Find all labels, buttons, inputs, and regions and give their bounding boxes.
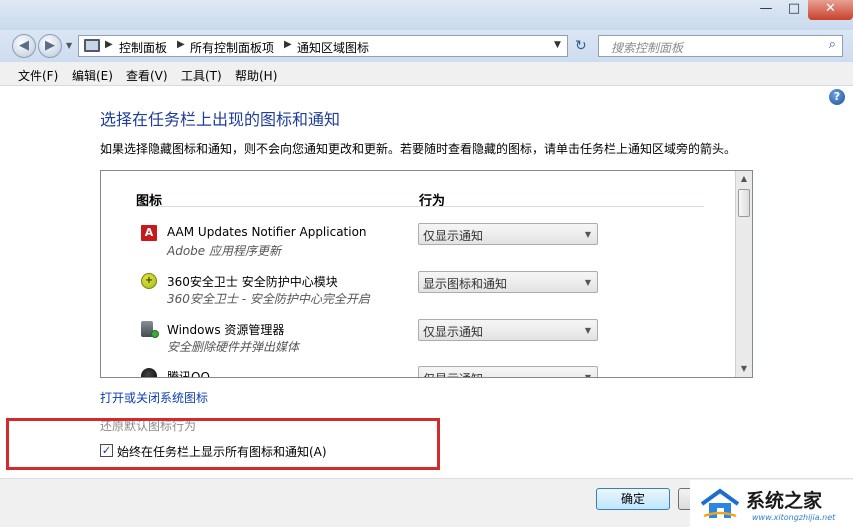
chevron-down-icon: ▼ bbox=[66, 41, 73, 50]
breadcrumb-all-items[interactable]: 所有控制面板项 bbox=[190, 39, 274, 56]
search-input[interactable]: 搜索控制面板 ⌕ bbox=[598, 35, 843, 57]
list-scrollbar[interactable]: ▲ ▼ bbox=[735, 171, 752, 377]
arrow-left-icon: ◀ bbox=[19, 38, 29, 53]
menu-file[interactable]: 文件(F) bbox=[18, 67, 58, 84]
list-item: Windows 资源管理器 安全删除硬件并弹出媒体 仅显示通知 ▼ bbox=[101, 319, 737, 369]
breadcrumb-separator-icon: ▶ bbox=[284, 39, 292, 50]
item-description: Adobe 应用程序更新 bbox=[167, 244, 281, 258]
list-item: 腾讯QQ 仅显示通知 ▼ bbox=[101, 366, 737, 378]
item-name: Windows 资源管理器 bbox=[167, 323, 285, 337]
menu-help[interactable]: 帮助(H) bbox=[235, 67, 277, 84]
breadcrumb-notification-icons[interactable]: 通知区域图标 bbox=[297, 39, 369, 56]
toggle-system-icons-link[interactable]: 打开或关闭系统图标 bbox=[100, 389, 208, 406]
usb-status-dot bbox=[151, 330, 159, 338]
behavior-select-value: 仅显示通知 bbox=[423, 325, 484, 339]
restore-default-link[interactable]: 还原默认图标行为 bbox=[100, 417, 196, 434]
behavior-select-value: 仅显示通知 bbox=[423, 229, 484, 243]
notification-icon-list[interactable]: 图标 行为 A AAM Updates Notifier Application… bbox=[100, 170, 753, 378]
behavior-select[interactable]: 仅显示通知 ▼ bbox=[418, 223, 598, 245]
behavior-select[interactable]: 显示图标和通知 ▼ bbox=[418, 271, 598, 293]
watermark-url: www.xitongzhijia.net bbox=[752, 513, 836, 522]
menu-edit[interactable]: 编辑(E) bbox=[72, 67, 113, 84]
maximize-button[interactable]: □ bbox=[780, 0, 808, 20]
item-description: 360安全卫士 - 安全防护中心完全开启 bbox=[167, 292, 370, 306]
scroll-up-icon[interactable]: ▲ bbox=[736, 171, 752, 187]
house-logo-icon bbox=[700, 488, 740, 518]
minimize-button[interactable]: — bbox=[752, 0, 780, 20]
address-bar[interactable]: ▶ 控制面板 ▶ 所有控制面板项 ▶ 通知区域图标 ▼ bbox=[78, 35, 568, 57]
breadcrumb-separator-icon: ▶ bbox=[177, 39, 185, 50]
chevron-down-icon: ▼ bbox=[584, 373, 591, 378]
title-bar: — □ ✕ bbox=[0, 0, 853, 30]
qq-icon bbox=[141, 368, 157, 377]
scroll-thumb[interactable] bbox=[738, 189, 750, 217]
address-dropdown-icon[interactable]: ▼ bbox=[554, 40, 561, 50]
breadcrumb-control-panel[interactable]: 控制面板 bbox=[119, 39, 167, 56]
item-name: 360安全卫士 安全防护中心模块 bbox=[167, 275, 338, 289]
chevron-down-icon: ▼ bbox=[584, 326, 591, 335]
item-description: 安全删除硬件并弹出媒体 bbox=[167, 340, 300, 354]
page-title: 选择在任务栏上出现的图标和通知 bbox=[100, 110, 341, 129]
help-icon[interactable]: ? bbox=[829, 89, 845, 105]
always-show-label[interactable]: 始终在任务栏上显示所有图标和通知(A) bbox=[117, 443, 327, 460]
page-description: 如果选择隐藏图标和通知，则不会向您通知更改和更新。若要随时查看隐藏的图标，请单击… bbox=[100, 142, 737, 156]
ok-button[interactable]: 确定 bbox=[596, 488, 670, 510]
header-divider bbox=[136, 206, 704, 207]
back-button[interactable]: ◀ bbox=[12, 34, 36, 58]
menu-bar: 文件(F) 编辑(E) 查看(V) 工具(T) 帮助(H) bbox=[0, 62, 853, 86]
forward-button[interactable]: ▶ bbox=[38, 34, 62, 58]
search-icon[interactable]: ⌕ bbox=[829, 37, 836, 52]
watermark-text: 系统之家 bbox=[746, 490, 823, 512]
behavior-select[interactable]: 仅显示通知 ▼ bbox=[418, 366, 598, 378]
behavior-select[interactable]: 仅显示通知 ▼ bbox=[418, 319, 598, 341]
search-placeholder: 搜索控制面板 bbox=[611, 41, 684, 55]
scroll-down-icon[interactable]: ▼ bbox=[736, 361, 752, 377]
behavior-select-value: 仅显示通知 bbox=[423, 370, 483, 377]
360-icon: + bbox=[141, 273, 157, 289]
item-name: 腾讯QQ bbox=[167, 370, 210, 378]
chevron-down-icon: ▼ bbox=[584, 278, 591, 287]
behavior-select-value: 显示图标和通知 bbox=[423, 277, 508, 291]
list-item: A AAM Updates Notifier Application Adobe… bbox=[101, 223, 737, 273]
arrow-right-icon: ▶ bbox=[45, 38, 55, 53]
always-show-checkbox[interactable]: ✓ bbox=[100, 444, 113, 457]
menu-view[interactable]: 查看(V) bbox=[126, 67, 168, 84]
adobe-icon: A bbox=[141, 225, 157, 241]
item-name: AAM Updates Notifier Application bbox=[167, 225, 367, 239]
computer-icon bbox=[84, 39, 100, 52]
chevron-down-icon: ▼ bbox=[584, 230, 591, 239]
watermark: 系统之家 www.xitongzhijia.net bbox=[690, 480, 853, 527]
close-button[interactable]: ✕ bbox=[808, 0, 853, 20]
breadcrumb-separator-icon: ▶ bbox=[105, 39, 113, 50]
list-item: + 360安全卫士 安全防护中心模块 360安全卫士 - 安全防护中心完全开启 … bbox=[101, 271, 737, 321]
menu-tools[interactable]: 工具(T) bbox=[181, 67, 222, 84]
address-toolbar: ◀ ▶ ▼ ▶ 控制面板 ▶ 所有控制面板项 ▶ 通知区域图标 ▼ ↻ 搜索控制… bbox=[0, 30, 853, 62]
refresh-icon[interactable]: ↻ bbox=[575, 38, 587, 54]
recent-pages-dropdown[interactable]: ▼ bbox=[66, 41, 72, 50]
